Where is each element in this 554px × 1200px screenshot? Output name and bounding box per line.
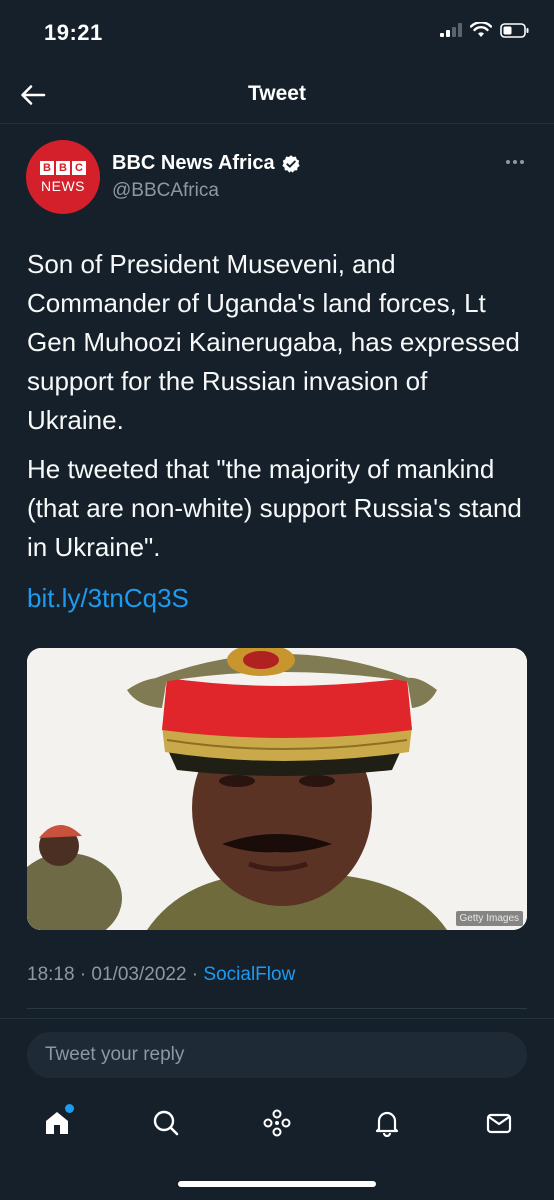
notification-dot (65, 1104, 74, 1113)
nav-search[interactable] (149, 1106, 183, 1140)
bbc-logo: B B C (40, 160, 86, 175)
nav-notifications[interactable] (370, 1106, 404, 1140)
more-options-button[interactable] (500, 152, 530, 172)
media-photo (27, 648, 527, 930)
nav-messages[interactable] (482, 1106, 516, 1140)
bottom-navigation (0, 1090, 554, 1160)
tweet-meta: 18:18 · 01/03/2022 · SocialFlow (27, 964, 295, 986)
author-handle: @BBCAfrica (112, 180, 219, 201)
top-header: Tweet (0, 64, 554, 124)
avatar[interactable]: B B C NEWS (26, 140, 100, 214)
tweet-paragraph: He tweeted that "the majority of mankind… (27, 454, 522, 562)
verified-badge-icon (281, 154, 300, 173)
avatar-news-text: NEWS (41, 177, 85, 194)
tweet-link[interactable]: bit.ly/3tnCq3S (27, 579, 189, 618)
tweet-source-link[interactable]: SocialFlow (203, 964, 295, 985)
reply-input[interactable]: Tweet your reply (27, 1032, 527, 1078)
tweet-paragraph: Son of President Museveni, and Commander… (27, 249, 520, 435)
author-name[interactable]: BBC News Africa (112, 152, 301, 175)
page-title: Tweet (248, 82, 306, 105)
cellular-signal-icon (440, 23, 462, 37)
search-icon (153, 1110, 179, 1136)
status-icons (440, 22, 530, 38)
home-icon (46, 1112, 68, 1134)
notifications-icon (375, 1111, 399, 1137)
image-credit: Getty Images (455, 911, 523, 926)
home-indicator (178, 1181, 376, 1187)
author-name-text: BBC News Africa (112, 152, 275, 174)
nav-spaces[interactable] (260, 1106, 294, 1140)
wifi-icon (470, 22, 492, 37)
messages-icon (486, 1113, 512, 1134)
divider (0, 1018, 554, 1019)
nav-home[interactable] (40, 1104, 74, 1140)
status-bar: 19:21 (0, 0, 554, 64)
spaces-icon (263, 1109, 291, 1137)
tweet-timestamp: 18:18 · 01/03/2022 · (27, 964, 204, 985)
more-dots-icon (506, 160, 524, 164)
status-time: 19:21 (44, 20, 103, 45)
battery-icon (500, 22, 529, 38)
divider (27, 1008, 527, 1009)
tweet-text: Son of President Museveni, and Commander… (27, 245, 527, 618)
tweet-author: B B C NEWS BBC News Africa @BBCAfrica (26, 140, 530, 216)
tweet-media-image[interactable]: Getty Images (27, 648, 527, 930)
reply-placeholder: Tweet your reply (45, 1044, 185, 1065)
